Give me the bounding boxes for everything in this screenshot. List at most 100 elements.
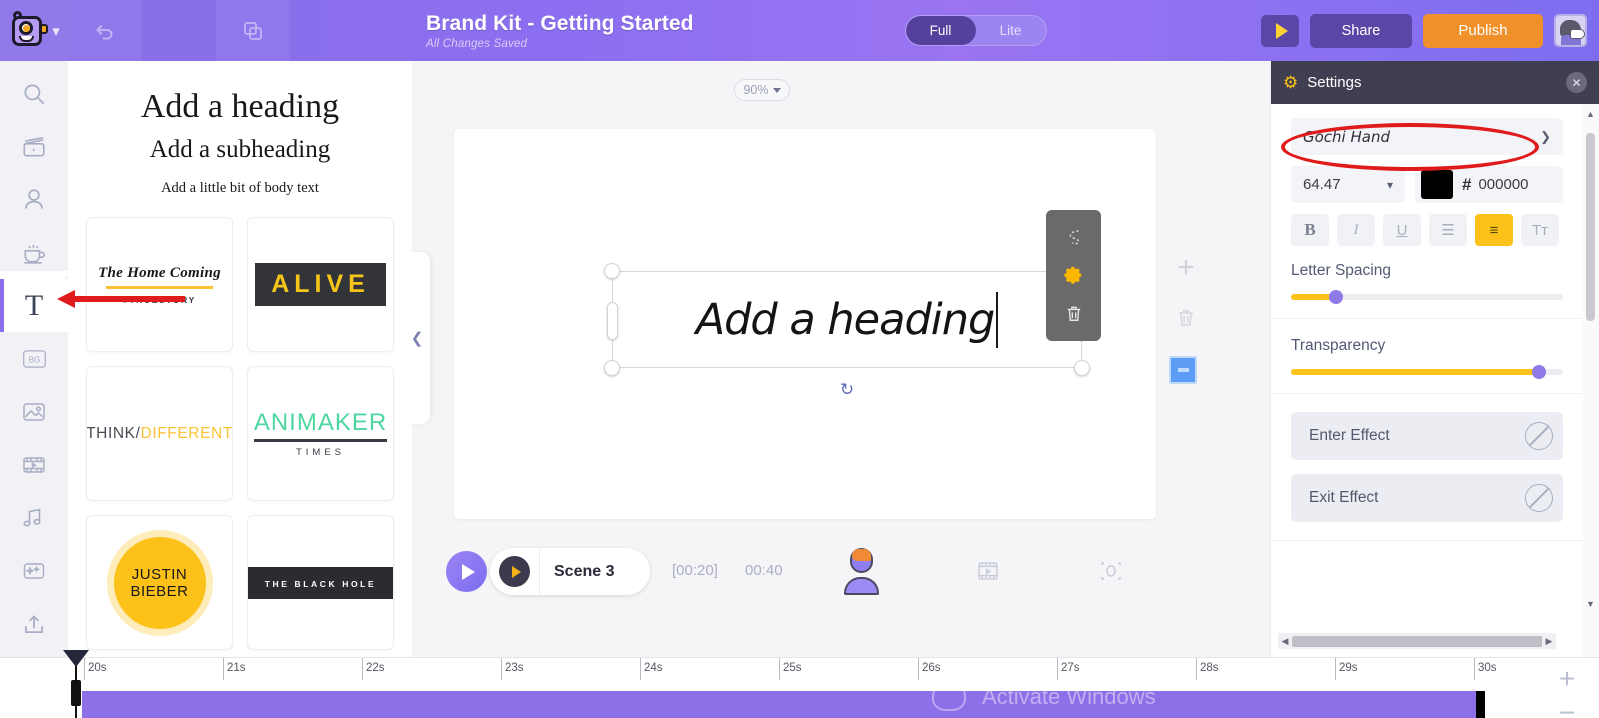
timeline-zoom-out-button[interactable]: − bbox=[1545, 696, 1589, 718]
template-card-animaker-times[interactable]: ANIMAKER TIMES bbox=[247, 366, 394, 502]
font-family-dropdown[interactable]: Gochi Hand ❯ bbox=[1291, 118, 1563, 155]
undo-button[interactable] bbox=[68, 0, 142, 61]
preset-subheading[interactable]: Add a subheading bbox=[88, 136, 392, 164]
letter-spacing-slider[interactable] bbox=[1291, 290, 1563, 304]
trash-icon bbox=[1179, 310, 1193, 326]
timeline-tick-label: 30s bbox=[1478, 662, 1497, 674]
no-effect-icon[interactable] bbox=[1525, 422, 1553, 450]
mode-full[interactable]: Full bbox=[905, 16, 976, 45]
hscrollbar-thumb[interactable] bbox=[1292, 635, 1542, 647]
preview-button[interactable] bbox=[1261, 14, 1299, 47]
sidebar-item-effects[interactable] bbox=[0, 544, 68, 597]
sidebar-item-video[interactable] bbox=[0, 120, 68, 173]
align-center-button[interactable]: ≡ bbox=[1475, 214, 1513, 246]
add-scene-button[interactable]: + bbox=[1169, 251, 1203, 285]
resize-handle-top-left[interactable] bbox=[604, 263, 620, 279]
color-hex-value[interactable]: 000000 bbox=[1478, 176, 1528, 193]
exit-effect-row[interactable]: Exit Effect bbox=[1291, 474, 1563, 522]
slider-knob[interactable] bbox=[1328, 290, 1343, 304]
playhead-grip[interactable] bbox=[71, 680, 81, 706]
sidebar-item-background[interactable]: BG bbox=[0, 332, 68, 385]
sidebar-item-character[interactable] bbox=[0, 173, 68, 226]
clapperboard-icon bbox=[23, 136, 45, 156]
sidebar-item-music[interactable] bbox=[0, 491, 68, 544]
character-button[interactable] bbox=[839, 548, 883, 595]
preset-body-text[interactable]: Add a little bit of body text bbox=[88, 180, 392, 197]
sidebar-item-upload[interactable] bbox=[0, 597, 68, 650]
close-icon[interactable]: ✕ bbox=[1566, 72, 1587, 93]
color-swatch[interactable] bbox=[1421, 170, 1453, 199]
slider-knob[interactable] bbox=[1532, 365, 1546, 379]
font-color-picker[interactable]: # 000000 bbox=[1415, 166, 1563, 203]
resize-handle-bottom-right[interactable] bbox=[1074, 360, 1090, 376]
object-settings-button[interactable] bbox=[1059, 260, 1089, 290]
scroll-up-icon[interactable]: ▲ bbox=[1586, 109, 1595, 119]
redo-button[interactable] bbox=[142, 0, 216, 61]
chevron-down-icon[interactable]: ▾ bbox=[52, 22, 60, 40]
settings-scrollbar[interactable]: ▲ ▼ bbox=[1586, 109, 1595, 609]
preset-heading[interactable]: Add a heading bbox=[88, 87, 392, 126]
playhead-handle[interactable] bbox=[63, 650, 89, 667]
mode-toggle[interactable]: Full Lite bbox=[904, 15, 1047, 46]
resize-handle-middle-left[interactable] bbox=[607, 302, 618, 340]
scrollbar-thumb[interactable] bbox=[1586, 133, 1595, 321]
resize-handle-bottom-left[interactable] bbox=[604, 360, 620, 376]
scene-frames-button[interactable] bbox=[972, 555, 1004, 587]
scroll-down-icon[interactable]: ▼ bbox=[1586, 599, 1595, 609]
scene-transition-button[interactable] bbox=[1169, 356, 1197, 384]
filmstrip-icon bbox=[23, 456, 45, 473]
playhead[interactable] bbox=[63, 650, 89, 718]
template-card-justin-bieber[interactable]: JUSTIN BIEBER bbox=[86, 515, 233, 651]
scene-selector[interactable]: Scene 3 bbox=[490, 548, 650, 595]
delete-object-button[interactable] bbox=[1059, 299, 1089, 329]
sidebar-item-video-clips[interactable] bbox=[0, 438, 68, 491]
selected-text-object[interactable]: Add a heading ↻ bbox=[604, 263, 1090, 399]
scene-play-button[interactable] bbox=[499, 556, 530, 587]
exit-effect-label: Exit Effect bbox=[1309, 489, 1379, 506]
template-card-think-different[interactable]: THINK/DIFFERENT bbox=[86, 366, 233, 502]
enter-effect-row[interactable]: Enter Effect bbox=[1291, 412, 1563, 460]
font-size-dropdown[interactable]: 64.47 ▾ bbox=[1291, 166, 1405, 203]
zoom-control[interactable]: 90% bbox=[734, 79, 790, 101]
extra-button[interactable] bbox=[290, 0, 364, 61]
template-card-alive[interactable]: ALIVE bbox=[247, 217, 394, 353]
italic-button[interactable]: I bbox=[1337, 214, 1375, 246]
duplicate-button[interactable] bbox=[216, 0, 290, 61]
scroll-right-icon[interactable]: ▶ bbox=[1542, 636, 1556, 647]
canvas-text[interactable]: Add a heading bbox=[613, 272, 1081, 367]
mode-lite[interactable]: Lite bbox=[976, 16, 1046, 45]
template-grid: The Home Coming #TRUESTORY ALIVE THINK/D… bbox=[68, 217, 412, 651]
play-button[interactable] bbox=[446, 551, 487, 592]
timeline-zoom-in-button[interactable]: + bbox=[1545, 662, 1589, 696]
timeline-tick: 26s bbox=[918, 658, 941, 680]
settings-horizontal-scrollbar[interactable]: ◀ ▶ bbox=[1278, 633, 1556, 649]
sidebar-item-search[interactable] bbox=[0, 67, 68, 120]
app-logo-button[interactable]: ▾ bbox=[0, 0, 68, 61]
duplicate-icon bbox=[244, 21, 262, 40]
delete-scene-button[interactable] bbox=[1169, 301, 1203, 335]
timeline-track[interactable] bbox=[82, 691, 1476, 718]
template-title-line1: JUSTIN bbox=[131, 565, 188, 583]
template-card-home-coming[interactable]: The Home Coming #TRUESTORY bbox=[86, 217, 233, 353]
bold-button[interactable]: B bbox=[1291, 214, 1329, 246]
underline-button[interactable]: U bbox=[1383, 214, 1421, 246]
collapse-panel-button[interactable]: ❮ bbox=[404, 252, 430, 424]
fit-to-screen-button[interactable] bbox=[1095, 555, 1127, 587]
avatar[interactable] bbox=[1554, 14, 1587, 47]
transparency-slider[interactable] bbox=[1291, 365, 1563, 379]
no-effect-icon[interactable] bbox=[1525, 484, 1553, 512]
sidebar-item-text[interactable]: T bbox=[0, 271, 68, 332]
sidebar-item-images[interactable] bbox=[0, 385, 68, 438]
publish-button[interactable]: Publish bbox=[1423, 13, 1543, 48]
timeline-tick-label: 26s bbox=[922, 662, 941, 674]
chevron-left-icon: ❮ bbox=[410, 330, 424, 347]
scroll-left-icon[interactable]: ◀ bbox=[1278, 636, 1292, 647]
timeline-ruler[interactable]: 20s 21s 22s 23s 24s 25s 26s 27s 28s 29s 30s bbox=[68, 658, 1532, 680]
template-card-black-hole[interactable]: THE BLACK HOLE bbox=[247, 515, 394, 651]
left-sidebar: T BG bbox=[0, 61, 68, 657]
text-case-button[interactable]: Tᴛ bbox=[1521, 214, 1559, 246]
share-button[interactable]: Share bbox=[1310, 13, 1412, 48]
motion-path-button[interactable] bbox=[1059, 222, 1089, 252]
rotate-icon[interactable]: ↻ bbox=[840, 380, 854, 400]
list-button[interactable]: ☰ bbox=[1429, 214, 1467, 246]
